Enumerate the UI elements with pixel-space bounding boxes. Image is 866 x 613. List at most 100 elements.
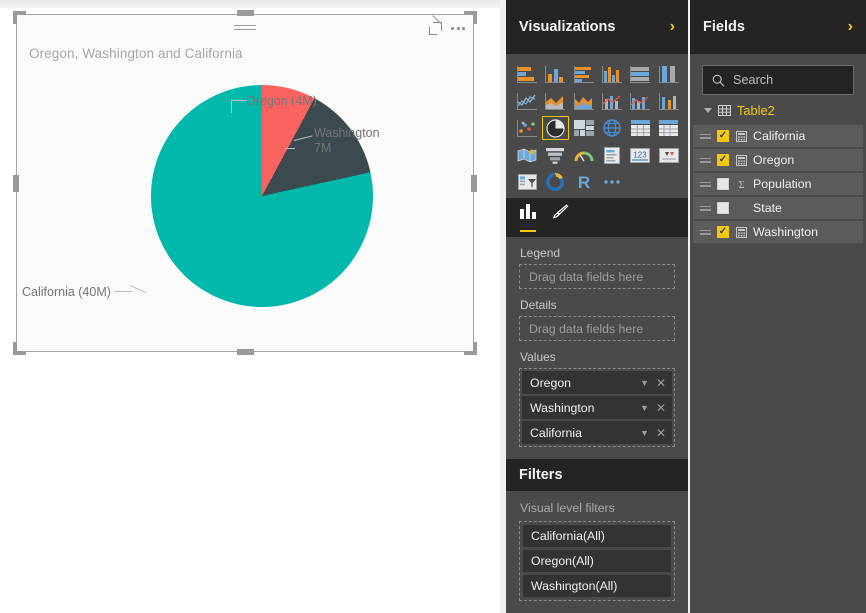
pie-label-oregon: Oregon (4M)	[246, 94, 317, 108]
visual-header-icons	[429, 15, 465, 35]
pie-chart-icon[interactable]	[542, 116, 569, 140]
field-list-item[interactable]: Oregon	[693, 149, 863, 171]
drag-grip-icon[interactable]	[234, 25, 256, 32]
clustered-column-chart-icon[interactable]	[599, 62, 625, 86]
close-icon[interactable]: ✕	[656, 426, 666, 440]
details-well-dropzone[interactable]: Drag data fields here	[519, 316, 675, 341]
field-checkbox[interactable]	[717, 226, 729, 238]
measure-icon	[735, 226, 747, 238]
pie-chart-visual[interactable]: Oregon, Washington and California Oregon…	[16, 14, 474, 352]
card-icon[interactable]	[599, 143, 625, 167]
expand-triangle-icon[interactable]	[704, 108, 712, 113]
visualizations-header: Visualizations ›	[506, 0, 688, 54]
chevron-down-icon[interactable]: ▼	[640, 428, 649, 438]
fields-tab[interactable]	[520, 204, 536, 232]
map-globe-icon[interactable]	[599, 116, 625, 140]
field-checkbox[interactable]	[717, 154, 729, 166]
line-and-stacked-column-chart-icon[interactable]	[599, 89, 625, 113]
field-name: Population	[753, 177, 812, 191]
treemap-icon[interactable]	[571, 116, 597, 140]
close-icon[interactable]: ✕	[656, 401, 666, 415]
values-well-label: Values	[520, 350, 556, 364]
report-canvas[interactable]: Oregon, Washington and California Oregon…	[0, 0, 500, 613]
field-checkbox[interactable]	[717, 202, 729, 214]
fields-list[interactable]: California Oregon Σ Population State Washingt…	[690, 125, 866, 243]
filled-map-icon[interactable]	[514, 143, 540, 167]
line-and-clustered-column-chart-icon[interactable]	[627, 89, 653, 113]
svg-text:123: 123	[634, 150, 648, 159]
visual-level-filter-item[interactable]: California(All)	[523, 525, 671, 547]
chevron-right-icon[interactable]: ›	[848, 19, 853, 35]
visualization-type-grid[interactable]: 123 R	[506, 54, 688, 198]
values-well-chip[interactable]: Washington ▼ ✕	[522, 396, 672, 419]
resize-handle-bottom-left[interactable]	[13, 342, 26, 355]
multi-row-card-icon[interactable]: 123	[627, 143, 653, 167]
slicer-icon[interactable]	[514, 170, 540, 194]
search-input[interactable]: Search	[702, 65, 854, 95]
values-well-chip[interactable]: California ▼ ✕	[522, 421, 672, 444]
search-icon	[712, 74, 725, 87]
line-chart-icon[interactable]	[514, 89, 540, 113]
drag-handle-icon[interactable]	[700, 133, 711, 140]
table-icon[interactable]	[627, 116, 653, 140]
field-list-item[interactable]: State	[693, 197, 863, 219]
drag-handle-icon[interactable]	[700, 229, 711, 236]
visual-level-filter-item[interactable]: Washington(All)	[523, 575, 671, 597]
kpi-icon[interactable]	[656, 143, 682, 167]
pie-slices[interactable]	[151, 85, 373, 307]
stacked-area-chart-icon[interactable]	[571, 89, 597, 113]
chevron-down-icon[interactable]: ▼	[640, 378, 649, 388]
visual-level-filters-list[interactable]: California(All) Oregon(All) Washington(All…	[519, 521, 675, 601]
resize-handle-bottom-right[interactable]	[464, 342, 477, 355]
focus-mode-icon[interactable]	[429, 15, 442, 35]
resize-handle-left[interactable]	[13, 175, 19, 192]
r-script-visual-icon[interactable]: R	[571, 170, 597, 194]
more-visuals-icon[interactable]	[599, 170, 625, 194]
field-list-item[interactable]: California	[693, 125, 863, 147]
pie-label-washington: Washington 7M	[314, 126, 380, 156]
hundred-percent-stacked-column-chart-icon[interactable]	[656, 62, 682, 86]
visualization-pane-tabs	[506, 198, 688, 237]
field-checkbox[interactable]	[717, 178, 729, 190]
resize-handle-top-right[interactable]	[464, 11, 477, 24]
chevron-down-icon[interactable]: ▼	[640, 403, 649, 413]
values-well-chip-label: California	[530, 425, 582, 440]
format-tab[interactable]	[552, 204, 569, 232]
donut-chart-icon[interactable]	[542, 170, 568, 194]
svg-text:Σ: Σ	[738, 180, 744, 190]
more-options-icon[interactable]	[451, 22, 465, 35]
visual-level-filter-item[interactable]: Oregon(All)	[523, 550, 671, 572]
svg-text:R: R	[578, 173, 590, 191]
gauge-icon[interactable]	[571, 143, 597, 167]
resize-handle-top-left[interactable]	[13, 11, 26, 24]
field-list-item[interactable]: Washington	[693, 221, 863, 243]
stacked-column-chart-icon[interactable]	[542, 62, 568, 86]
drag-handle-icon[interactable]	[700, 205, 711, 212]
pie-chart-visual-container[interactable]: Oregon, Washington and California Oregon…	[13, 10, 477, 355]
fields-title: Fields	[703, 19, 745, 35]
field-table-node[interactable]: Table2	[690, 95, 866, 125]
hundred-percent-stacked-bar-chart-icon[interactable]	[627, 62, 653, 86]
resize-handle-top[interactable]	[237, 10, 254, 16]
visualizations-title: Visualizations	[519, 19, 616, 35]
resize-handle-bottom[interactable]	[237, 349, 254, 355]
close-icon[interactable]: ✕	[656, 376, 666, 390]
values-well[interactable]: Oregon ▼ ✕ Washington ▼ ✕ California ▼ ✕	[519, 368, 675, 447]
area-chart-icon[interactable]	[542, 89, 568, 113]
scatter-chart-icon[interactable]	[514, 116, 540, 140]
legend-well-dropzone[interactable]: Drag data fields here	[519, 264, 675, 289]
field-name: California	[753, 129, 806, 143]
measure-icon	[735, 130, 747, 142]
drag-handle-icon[interactable]	[700, 157, 711, 164]
stacked-bar-chart-icon[interactable]	[514, 62, 540, 86]
ribbon-chart-icon[interactable]	[656, 89, 682, 113]
matrix-icon[interactable]	[656, 116, 682, 140]
field-checkbox[interactable]	[717, 130, 729, 142]
resize-handle-right[interactable]	[471, 175, 477, 192]
chevron-right-icon[interactable]: ›	[670, 19, 675, 35]
funnel-chart-icon[interactable]	[542, 143, 568, 167]
values-well-chip[interactable]: Oregon ▼ ✕	[522, 371, 672, 394]
drag-handle-icon[interactable]	[700, 181, 711, 188]
clustered-bar-chart-icon[interactable]	[571, 62, 597, 86]
field-list-item[interactable]: Σ Population	[693, 173, 863, 195]
